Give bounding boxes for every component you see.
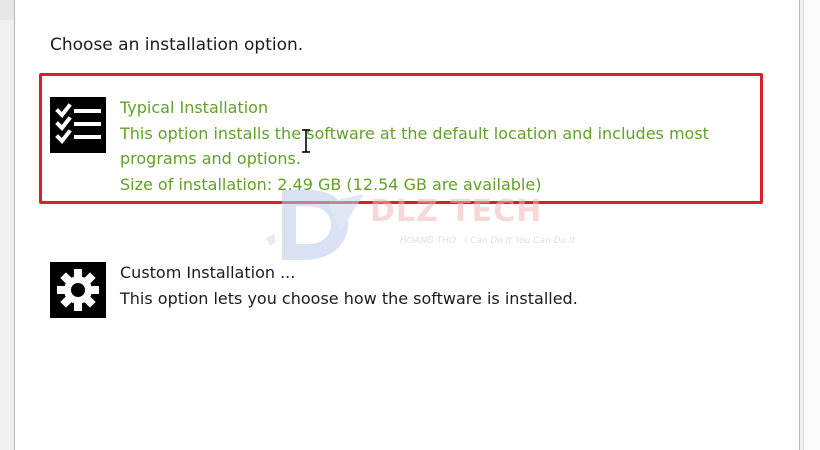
option-title: Custom Installation ... (120, 263, 296, 282)
checklist-icon (50, 97, 106, 153)
option-size: Size of installation: 2.49 GB (12.54 GB … (120, 174, 542, 194)
typical-installation-option[interactable]: Typical Installation This option install… (50, 95, 750, 195)
page-prompt: Choose an installation option. (50, 35, 304, 55)
gear-icon (50, 262, 106, 318)
custom-installation-text: Custom Installation ... This option lets… (120, 260, 740, 311)
custom-installation-option[interactable]: Custom Installation ... This option lets… (50, 260, 750, 320)
window-right-edge (803, 0, 820, 450)
option-title: Typical Installation (120, 98, 269, 117)
typical-installation-text: Typical Installation This option install… (120, 95, 740, 197)
option-description: This option installs the software at the… (120, 123, 709, 169)
window-corner (0, 0, 14, 20)
option-description: This option lets you choose how the soft… (120, 288, 578, 308)
installer-dialog (14, 0, 800, 450)
